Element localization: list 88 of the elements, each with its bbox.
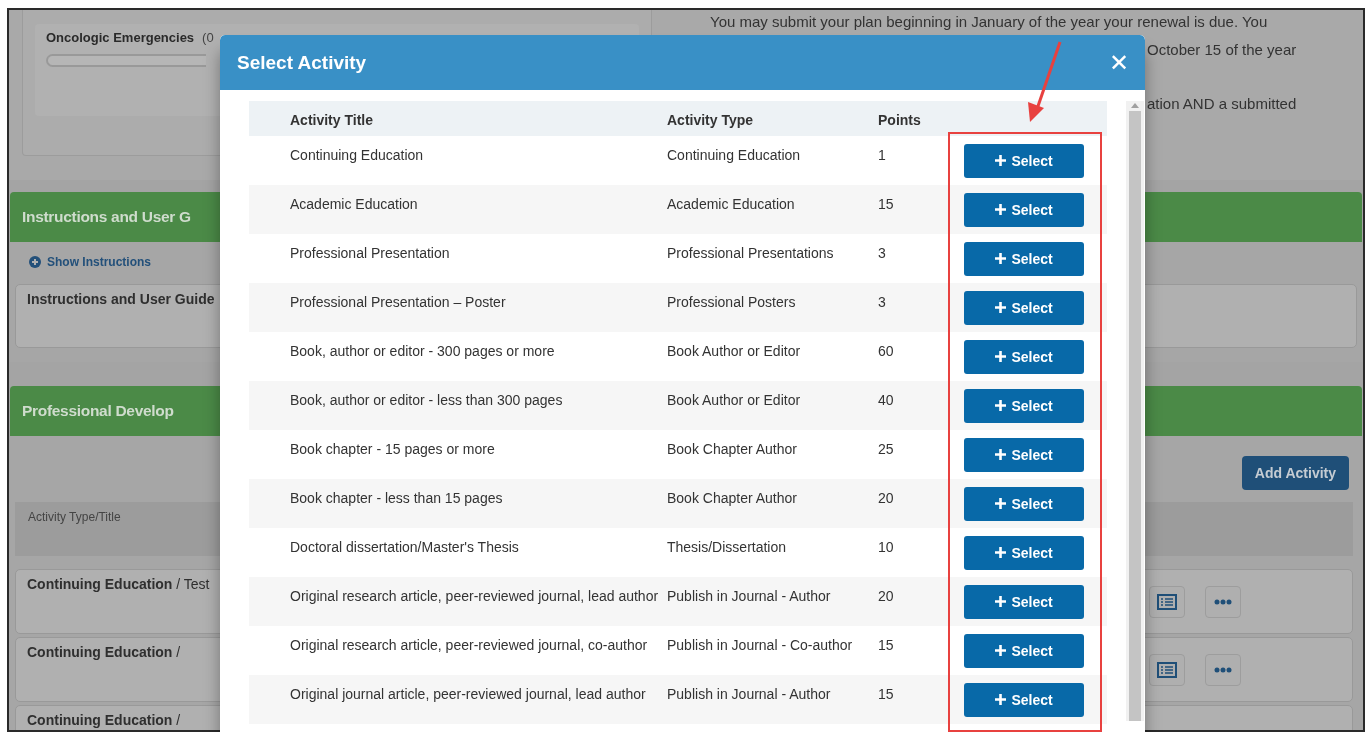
more-button[interactable] — [1205, 585, 1241, 618]
card-title: Oncologic Emergencies — [46, 30, 195, 45]
select-button[interactable]: Select — [964, 633, 1084, 668]
close-button[interactable]: ✕ — [1108, 50, 1129, 75]
select-button[interactable]: Select — [964, 437, 1084, 472]
table-cell: 15 — [878, 686, 894, 702]
table-cell: 20 — [878, 588, 894, 604]
table-cell: Continuing Education — [290, 147, 424, 163]
select-button[interactable]: Select — [964, 584, 1084, 619]
select-button[interactable]: Select — [964, 143, 1084, 178]
table-cell: Publish in Journal - Author — [667, 686, 831, 702]
ellipsis-icon — [1214, 666, 1232, 673]
list-button[interactable] — [1149, 653, 1185, 686]
table-cell: Original journal article, peer-reviewed journal, lead author — [290, 686, 646, 702]
table-cell: Book, author or editor - less than 300 pages — [290, 392, 563, 408]
table-cell: 15 — [878, 637, 894, 653]
table-cell: Professional Presentation — [290, 245, 450, 261]
plus-icon — [995, 547, 1007, 558]
plus-icon — [995, 155, 1007, 166]
column-header: Activity Type/Title — [28, 510, 121, 524]
add-activity-button[interactable]: Add Activity — [1241, 456, 1349, 490]
table-cell: Professional Presentation – Poster — [290, 294, 506, 310]
table-cell: Professional Posters — [667, 294, 796, 310]
plus-icon — [995, 400, 1007, 411]
plus-icon — [995, 204, 1007, 215]
table-cell: 40 — [878, 392, 894, 408]
table-cell: Original research article, peer-reviewed journal, co-author — [290, 637, 648, 653]
plus-icon — [995, 351, 1007, 362]
plus-icon — [995, 302, 1007, 313]
select-button[interactable]: Select — [964, 388, 1084, 423]
table-cell: Publish in Journal - Co-author — [667, 637, 853, 653]
notice-text: October 15 of the year — [1147, 40, 1297, 60]
column-header: Points — [878, 111, 921, 128]
plus-icon — [995, 498, 1007, 509]
select-button[interactable]: Select — [964, 290, 1084, 325]
table-cell: Book, author or editor - 300 pages or more — [290, 343, 555, 359]
table-cell: 3 — [878, 294, 886, 310]
dialog-title: Select Activity — [237, 51, 367, 74]
select-button[interactable]: Select — [964, 486, 1084, 521]
ellipsis-icon — [1214, 598, 1232, 605]
plus-circle-icon — [29, 256, 41, 268]
table-cell: Doctoral dissertation/Master's Thesis — [290, 539, 519, 555]
table-cell: Academic Education — [667, 196, 795, 212]
table-cell: 10 — [878, 539, 894, 555]
table-cell: Original research article, peer-reviewed journal, lead author — [290, 588, 659, 604]
card-title: Instructions and User Guide — [27, 291, 215, 307]
list-icon — [1157, 661, 1177, 678]
select-button[interactable]: Select — [964, 535, 1084, 570]
table-cell: 20 — [878, 490, 894, 506]
table-cell: 25 — [878, 441, 894, 457]
list-button[interactable] — [1149, 585, 1185, 618]
select-button[interactable]: Select — [964, 339, 1084, 374]
table-cell: Book chapter - less than 15 pages — [290, 490, 503, 506]
notice-text: You may submit your plan beginning in January of the year your renewal is due. You — [710, 12, 1268, 32]
table-cell: Academic Education — [290, 196, 418, 212]
table-cell: Book Chapter Author — [667, 441, 797, 457]
table-cell: 15 — [878, 196, 894, 212]
select-button[interactable]: Select — [964, 192, 1084, 227]
table-cell: Publish in Journal - Author — [667, 588, 831, 604]
plus-icon — [995, 253, 1007, 264]
activity-label: Continuing Education / — [27, 644, 181, 662]
select-button[interactable]: Select — [964, 241, 1084, 276]
activity-label: Continuing Education / Test — [27, 576, 210, 594]
table-cell: Book Author or Editor — [667, 343, 801, 359]
column-header: Activity Type — [667, 111, 754, 128]
table-cell: Book Author or Editor — [667, 392, 801, 408]
plus-icon — [995, 596, 1007, 607]
plus-icon — [995, 449, 1007, 460]
more-button[interactable] — [1205, 653, 1241, 686]
table-cell: Professional Presentations — [667, 245, 834, 261]
plus-icon — [995, 645, 1007, 656]
select-button[interactable]: Select — [964, 682, 1084, 717]
scrollbar[interactable] — [1126, 101, 1144, 721]
activity-label: Continuing Education / — [27, 712, 181, 730]
plus-icon — [995, 694, 1007, 705]
count-label: (0 — [202, 30, 214, 45]
table-cell: Thesis/Dissertation — [667, 539, 787, 555]
table-cell: Book Chapter Author — [667, 490, 797, 506]
scroll-up-icon — [1131, 103, 1139, 108]
show-instructions-link[interactable]: Show Instructions — [29, 255, 151, 269]
list-icon — [1157, 593, 1177, 610]
notice-text: ation AND a submitted — [1147, 94, 1297, 114]
table-cell: 1 — [878, 147, 886, 163]
table-cell: 3 — [878, 245, 886, 261]
column-header: Activity Title — [290, 111, 373, 128]
table-cell: Continuing Education — [667, 147, 801, 163]
table-cell: 60 — [878, 343, 894, 359]
table-cell: Book chapter - 15 pages or more — [290, 441, 495, 457]
